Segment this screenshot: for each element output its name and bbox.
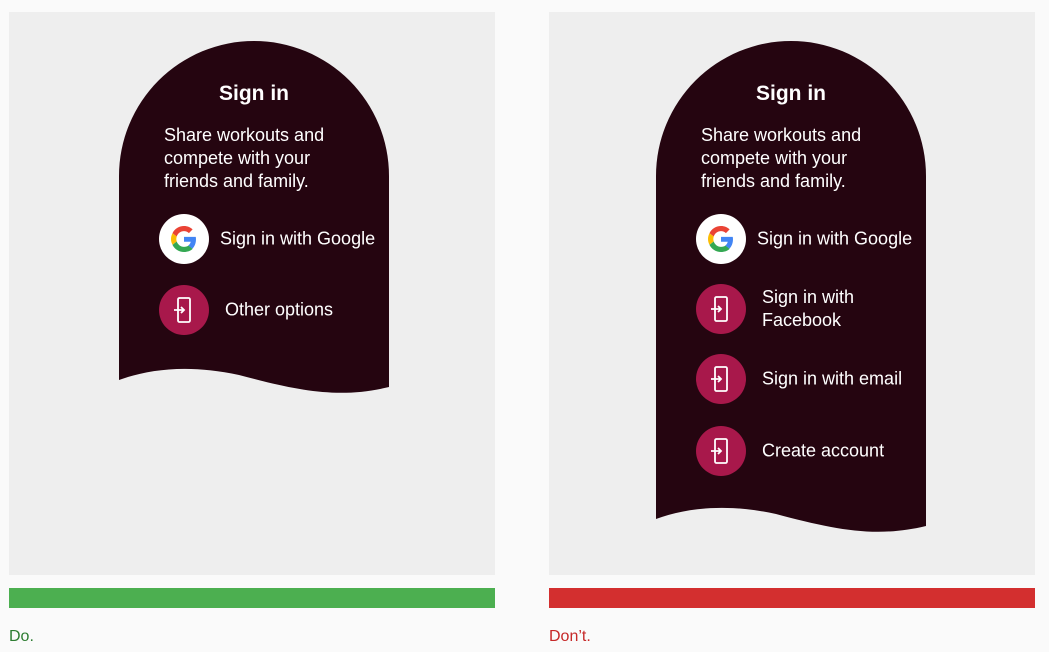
screen-title: Sign in	[756, 82, 826, 105]
option-label: Sign in with Google	[220, 228, 376, 249]
sign-in-with-google-button[interactable]: Sign in with Google	[696, 214, 916, 264]
watch-screen: Sign in Share workouts and compete with …	[119, 41, 389, 394]
screen-description: Share workouts and compete with your fri…	[701, 125, 862, 191]
create-account-button[interactable]: Create account	[696, 426, 916, 476]
sign-in-with-facebook-button[interactable]: Sign in with Facebook	[696, 284, 916, 334]
option-label: Create account	[762, 440, 885, 461]
dont-example-panel: Sign in Share workouts and compete with …	[549, 12, 1035, 575]
do-example-panel: Sign in Share workouts and compete with …	[9, 12, 495, 575]
dont-indicator-bar	[549, 588, 1035, 608]
do-caption: Do.	[9, 628, 34, 645]
phone-sign-in-icon	[159, 285, 209, 335]
sign-in-with-google-button[interactable]: Sign in with Google	[159, 214, 379, 264]
do-indicator-bar	[9, 588, 495, 608]
phone-sign-in-icon	[696, 284, 746, 334]
screen-title: Sign in	[219, 82, 289, 105]
other-options-button[interactable]: Other options	[159, 285, 379, 335]
option-label: Sign in with Google	[757, 228, 913, 249]
option-label: Sign in with Facebook	[762, 287, 855, 330]
google-icon	[696, 214, 746, 264]
watch-screen: Sign in Share workouts and compete with …	[656, 41, 926, 533]
phone-sign-in-icon	[696, 426, 746, 476]
phone-sign-in-icon	[696, 354, 746, 404]
option-label: Other options	[225, 299, 334, 320]
sign-in-with-email-button[interactable]: Sign in with email	[696, 354, 916, 404]
google-icon	[159, 214, 209, 264]
screen-description: Share workouts and compete with your fri…	[164, 125, 325, 191]
dont-caption: Don’t.	[549, 628, 591, 645]
option-label: Sign in with email	[762, 368, 903, 389]
